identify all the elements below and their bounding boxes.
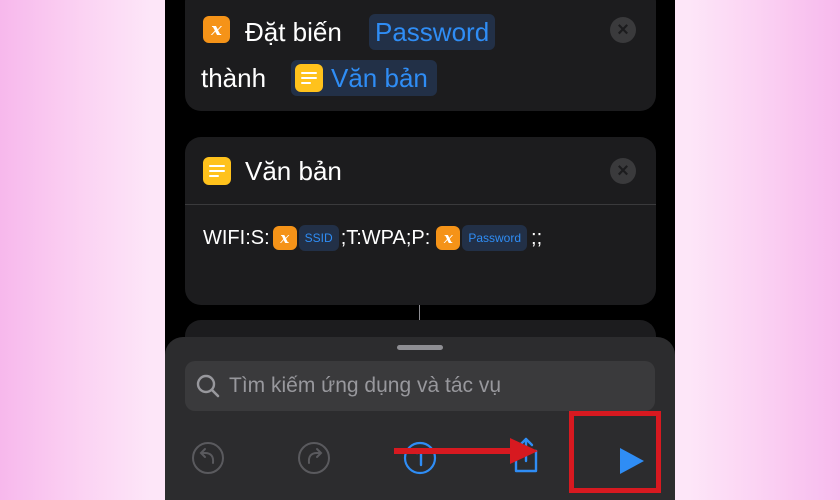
text-content-middle: ;T:WPA;P: — [340, 226, 431, 249]
variable-value-token[interactable]: Văn bản — [291, 60, 437, 96]
redo-icon[interactable] — [296, 440, 332, 476]
password-token[interactable]: Password — [462, 225, 528, 251]
x-variable-icon: x — [203, 16, 230, 43]
connector-line — [419, 305, 420, 320]
text-content-prefix: WIFI:S: — [203, 226, 270, 249]
variable-name-token[interactable]: Password — [369, 14, 496, 50]
x-variable-icon: x — [272, 226, 297, 250]
set-variable-connector: thành — [201, 63, 267, 93]
sheet-grabber[interactable] — [397, 345, 443, 350]
text-icon — [203, 157, 231, 185]
text-content-field[interactable]: WIFI:S: x SSID ;T:WPA;P: x Password ;; — [203, 223, 542, 253]
set-variable-card[interactable]: x Đặt biến Password × thành Văn bản — [185, 0, 656, 111]
text-icon — [295, 64, 323, 92]
text-content-suffix: ;; — [531, 226, 543, 249]
text-action-card[interactable]: Văn bản × WIFI:S: x SSID ;T:WPA;P: x Pas… — [185, 137, 656, 305]
set-variable-verb: Đặt biến — [245, 17, 342, 47]
red-arrow-annotation — [394, 438, 538, 464]
search-field[interactable]: Tìm kiếm ứng dụng và tác vụ — [185, 361, 655, 411]
variable-value-label: Văn bản — [331, 63, 428, 93]
card-divider — [185, 204, 656, 205]
x-variable-icon: x — [436, 226, 461, 250]
text-action-title: Văn bản — [245, 156, 342, 186]
close-icon[interactable]: × — [610, 17, 636, 43]
search-icon — [196, 374, 220, 398]
ssid-token[interactable]: SSID — [298, 225, 339, 251]
play-button-highlight — [569, 411, 661, 493]
search-placeholder: Tìm kiếm ứng dụng và tác vụ — [229, 374, 502, 397]
close-icon[interactable]: × — [610, 158, 636, 184]
undo-icon[interactable] — [190, 440, 226, 476]
